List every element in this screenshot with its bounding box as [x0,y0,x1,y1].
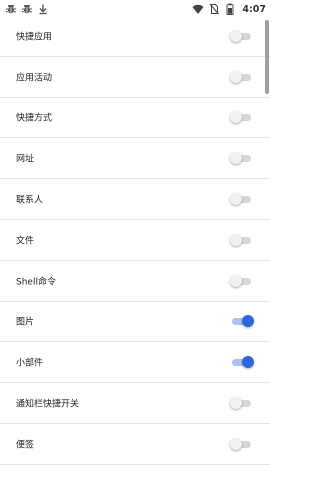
settings-row[interactable]: 通知栏快捷开关 [0,383,270,424]
status-bar-system: 4:07 [192,1,266,17]
settings-row-label: 图片 [16,317,35,328]
toggle-switch[interactable] [230,233,254,247]
toggle-switch[interactable] [230,151,254,165]
settings-row[interactable]: 应用活动 [0,57,270,98]
toggle-switch[interactable] [230,110,254,124]
settings-list: 快捷应用应用活动快捷方式网址联系人文件 Shell命令 图片小部件通知栏快捷开关 便签 [0,16,270,465]
toggle-switch[interactable] [230,70,254,84]
toggle-thumb [230,437,242,450]
settings-row[interactable]: 联系人 [0,179,270,220]
toggle-thumb [230,233,242,246]
settings-row[interactable]: 网址 [0,138,270,180]
toggle-switch[interactable] [230,396,254,410]
settings-row[interactable]: 快捷应用 [0,16,270,57]
download-icon [39,4,47,15]
settings-row[interactable]: 便签 [0,424,270,465]
settings-row-label: 快捷方式 [16,113,53,124]
toggle-thumb [230,193,242,206]
scrollbar[interactable] [265,20,269,94]
settings-row[interactable]: 快捷方式 [0,98,270,139]
settings-row-label: 文件 [16,236,35,247]
settings-row-label: 通知栏快捷开关 [16,399,80,410]
no-sim-icon [209,3,220,15]
settings-row[interactable]: 小部件 [0,342,270,384]
toggle-thumb [230,397,242,410]
settings-row-label: 便签 [16,440,35,451]
toggle-thumb [230,274,242,287]
bug-icon [5,5,17,14]
toggle-switch[interactable] [230,314,254,328]
toggle-thumb [230,29,242,42]
settings-row[interactable]: 图片 [0,302,270,343]
settings-row[interactable]: Shell命令 [0,261,270,302]
toggle-thumb [242,315,254,328]
toggle-switch[interactable] [230,437,254,451]
settings-row-label: 网址 [16,154,35,165]
status-bar-time: 4:07 [242,3,266,15]
settings-row-label: 快捷应用 [16,32,53,43]
bug-icon [21,5,33,14]
settings-row-label: 小部件 [16,358,44,369]
toggle-thumb [230,152,242,165]
toggle-thumb [230,111,242,124]
toggle-switch[interactable] [230,192,254,206]
battery-icon [226,3,234,15]
settings-row-label: 应用活动 [16,73,53,84]
wifi-icon [192,4,204,14]
toggle-switch[interactable] [230,355,254,369]
toggle-thumb [230,70,242,83]
settings-row[interactable]: 文件 [0,220,270,261]
settings-row-label: 联系人 [16,195,44,206]
settings-row-label: Shell命令 [16,277,56,288]
toggle-switch[interactable] [230,274,254,288]
toggle-switch[interactable] [230,29,254,43]
status-bar-notifications [5,2,49,16]
toggle-thumb [242,356,254,369]
